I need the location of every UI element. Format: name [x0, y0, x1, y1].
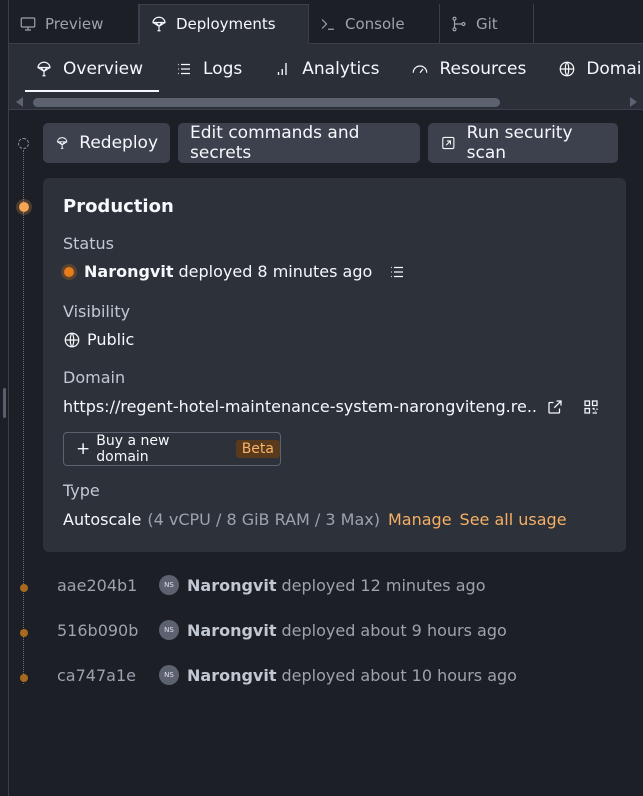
redeploy-label: Redeploy [79, 133, 158, 153]
subnav-analytics-label: Analytics [302, 59, 380, 79]
buy-domain-label: Buy a new domain [96, 433, 170, 465]
production-card: Production Status Narongvit deployed 8 m… [43, 178, 626, 552]
deploy-icon [56, 137, 68, 149]
type-label: Type [63, 481, 100, 500]
subnav-logs[interactable]: Logs [159, 44, 258, 94]
subnav-overview[interactable]: Overview [19, 44, 160, 94]
deploy-user: Narongvit [187, 620, 277, 640]
subnav-domains[interactable]: Domains [542, 44, 643, 94]
window-tabs: Preview Deployments Console Git [9, 4, 643, 44]
beta-badge: Beta [235, 440, 280, 458]
manage-link[interactable]: Manage [388, 510, 452, 529]
subnav-analytics[interactable]: Analytics [258, 44, 395, 94]
type-detail: (4 vCPU / 8 GiB RAM / 3 Max) [147, 510, 380, 529]
tab-deployments[interactable]: Deployments [139, 4, 309, 44]
deploy-text: deployed 12 minutes ago [281, 575, 486, 595]
type-value: Autoscale (4 vCPU / 8 GiB RAM / 3 Max) M… [63, 510, 567, 529]
timeline-line [23, 212, 24, 684]
status-label: Status [63, 234, 114, 253]
subnav-overview-label: Overview [63, 59, 144, 79]
deploy-text: deployed about 10 hours ago [281, 665, 517, 685]
avatar: NS [159, 575, 179, 595]
see-usage-link[interactable]: See all usage [460, 510, 567, 529]
list-item[interactable]: 516b090b NS Narongvit deployed about 9 h… [57, 620, 507, 640]
resize-handle[interactable] [3, 388, 6, 418]
scrollbar-thumb[interactable] [33, 98, 500, 107]
domain-label: Domain [63, 368, 126, 387]
visibility-label: Visibility [63, 302, 131, 321]
status-value: Narongvit deployed 8 minutes ago [63, 262, 406, 281]
status-user[interactable]: Narongvit [84, 262, 173, 281]
qr-code-icon[interactable] [582, 398, 600, 416]
redeploy-button[interactable]: Redeploy [43, 123, 170, 163]
avatar: NS [159, 665, 179, 685]
list-icon [178, 63, 191, 75]
edit-commands-button[interactable]: Edit commands and secrets [178, 123, 420, 163]
list-item[interactable]: ca747a1e NS Narongvit deployed about 10 … [57, 665, 517, 685]
deploy-user: Narongvit [187, 575, 277, 595]
tab-deployments-label: Deployments [176, 15, 276, 33]
security-scan-button[interactable]: Run security scan [428, 123, 618, 163]
deployment-subnav: Overview Logs Analytics Resources Domain… [9, 44, 643, 94]
subnav-resources-label: Resources [439, 59, 527, 79]
deploy-text: deployed about 9 hours ago [281, 620, 507, 640]
subnav-resources[interactable]: Resources [395, 44, 542, 94]
list-icon[interactable] [388, 263, 406, 281]
edit-commands-label: Edit commands and secrets [190, 123, 360, 163]
domain-value: https://regent-hotel-maintenance-system-… [63, 397, 538, 416]
terminal-icon [321, 19, 334, 30]
commit-hash: 516b090b [57, 620, 139, 640]
status-text: deployed 8 minutes ago [178, 262, 373, 281]
tab-git-label: Git [476, 15, 498, 33]
tab-preview-label: Preview [45, 15, 104, 33]
production-title: Production [63, 196, 174, 217]
plus-icon: + [76, 438, 91, 459]
timeline-dot [20, 584, 28, 592]
timeline-dot [20, 674, 28, 682]
timeline-line [23, 150, 24, 202]
visibility-value: Public [63, 330, 134, 349]
git-icon [452, 16, 466, 32]
type-name: Autoscale [63, 510, 142, 529]
commit-hash: ca747a1e [57, 665, 136, 685]
status-dot [64, 266, 74, 277]
horizontal-scrollbar[interactable] [9, 94, 643, 110]
tab-console-label: Console [345, 15, 405, 33]
tab-git[interactable]: Git [440, 4, 534, 44]
list-item[interactable]: aae204b1 NS Narongvit deployed 12 minute… [57, 575, 485, 595]
globe-icon [559, 61, 575, 77]
domain-url[interactable]: https://regent-hotel-maintenance-system-… [63, 397, 538, 416]
buy-domain-button[interactable]: + Buy a new domain Beta [63, 432, 281, 466]
tab-preview[interactable]: Preview [9, 4, 139, 44]
bar-chart-icon [278, 63, 287, 75]
deployments-pane: Preview Deployments Console Git Overview… [8, 0, 643, 796]
commit-hash: aae204b1 [57, 575, 138, 595]
subnav-domains-label: Domains [586, 59, 643, 79]
external-link-icon[interactable] [546, 398, 564, 416]
scroll-right-icon[interactable] [630, 97, 637, 107]
tab-console[interactable]: Console [309, 4, 440, 44]
monitor-icon [20, 17, 36, 31]
subnav-logs-label: Logs [203, 59, 243, 79]
timeline-dot [20, 629, 28, 637]
avatar: NS [159, 620, 179, 640]
timeline-active-dot [19, 202, 29, 212]
deploy-icon [152, 16, 166, 32]
scroll-left-icon[interactable] [16, 97, 23, 107]
timeline-pending-dot [18, 138, 29, 149]
deploy-icon [37, 61, 51, 77]
arrow-up-right-icon [442, 136, 455, 150]
deploy-user: Narongvit [187, 665, 277, 685]
deployment-actions: Redeploy Edit commands and secrets Run s… [43, 123, 618, 163]
globe-icon [64, 332, 80, 347]
security-scan-label: Run security scan [466, 123, 573, 163]
gauge-icon [413, 65, 428, 74]
visibility-text: Public [87, 330, 135, 349]
